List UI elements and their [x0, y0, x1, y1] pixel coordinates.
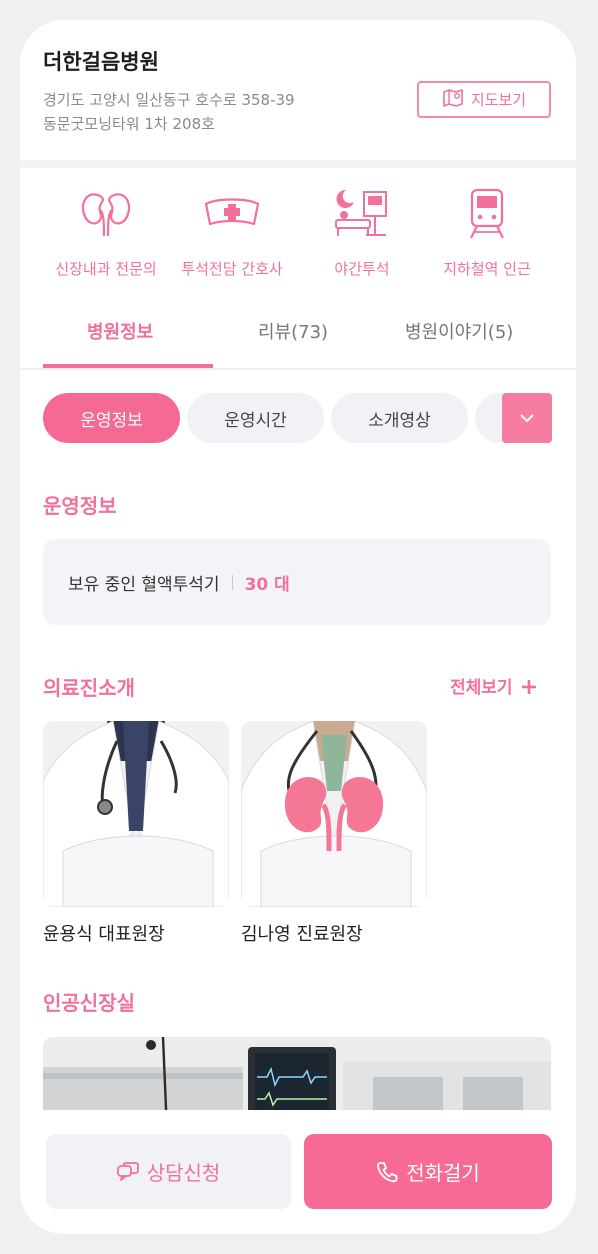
night-dialysis-icon: [335, 189, 387, 236]
tab-active-indicator: [43, 364, 213, 368]
feature-label: 투석전담 간호사: [181, 260, 283, 278]
chevron-down-icon: [520, 413, 534, 422]
call-button[interactable]: 전화걸기: [304, 1134, 552, 1209]
operation-info-title: 운영정보: [43, 494, 117, 518]
doctor-photo-1[interactable]: [43, 721, 229, 907]
map-icon: [442, 88, 464, 112]
feature-label: 지하철역 인근: [443, 260, 531, 278]
doctor-name-1: 윤용식 대표원장: [43, 924, 165, 945]
tab-hospital-stories[interactable]: 병원이야기(5): [405, 318, 513, 344]
address-line-2: 동문굿모닝타워 1차 208호: [43, 115, 215, 133]
bottom-action-bar: 상담신청 전화걸기: [20, 1110, 576, 1234]
feature-dialysis-nurse: 투석전담 간호사: [170, 188, 294, 279]
doctor-photo-2[interactable]: [241, 721, 427, 907]
feature-near-subway: 지하철역 인근: [425, 188, 549, 279]
tab-hospital-info[interactable]: 병원정보: [87, 318, 153, 344]
subway-icon: [470, 188, 504, 239]
address-line-1: 경기도 고양시 일산동구 호수로 358-39: [43, 91, 295, 109]
feature-night-dialysis: 야간투석: [300, 188, 424, 279]
medical-staff-title: 의료진소개: [43, 676, 135, 700]
dialysis-machines-count: 30 대: [244, 574, 290, 595]
tab-bar: 병원정보 리뷰(73) 병원이야기(5): [20, 302, 576, 370]
call-button-label: 전화걸기: [406, 1161, 480, 1185]
feature-list: 신장내과 전문의 투석전담 간호사 야간투석 지하철역 인근: [20, 168, 576, 286]
info-separator: [231, 574, 233, 590]
chip-operation-hours[interactable]: 운영시간: [187, 393, 324, 443]
feature-label: 야간투석: [334, 260, 390, 278]
section-divider: [20, 160, 576, 168]
phone-frame: 더한걸음병원 경기도 고양시 일산동구 호수로 358-39 동문굿모닝타워 1…: [20, 20, 576, 1234]
chip-operation-info[interactable]: 운영정보: [43, 393, 180, 443]
hospital-header: 더한걸음병원 경기도 고양시 일산동구 호수로 358-39 동문굿모닝타워 1…: [20, 20, 576, 160]
consult-button[interactable]: 상담신청: [46, 1134, 291, 1209]
dialysis-machines-label: 보유 중인 혈액투석기: [68, 574, 220, 595]
feature-label: 신장내과 전문의: [55, 260, 157, 278]
view-all-label: 전체보기: [450, 678, 513, 698]
chip-expand-button[interactable]: [502, 393, 552, 443]
operation-info-box: 보유 중인 혈액투석기 30 대: [43, 539, 551, 625]
hospital-name: 더한걸음병원: [43, 50, 159, 74]
phone-icon: [377, 1161, 398, 1182]
chip-intro-video[interactable]: 소개영상: [331, 393, 468, 443]
view-all-link[interactable]: 전체보기: [450, 673, 537, 698]
plus-icon: [522, 680, 537, 694]
map-button-label: 지도보기: [470, 91, 527, 109]
consult-button-label: 상담신청: [146, 1161, 221, 1185]
nurse-cap-icon: [204, 198, 260, 226]
chat-bubble-icon: [116, 1161, 139, 1181]
hospital-address: 경기도 고양시 일산동구 호수로 358-39 동문굿모닝타워 1차 208호: [43, 88, 295, 136]
doctor-name-2: 김나영 진료원장: [241, 924, 363, 945]
tab-reviews[interactable]: 리뷰(73): [258, 318, 328, 344]
kidney-icon: [81, 193, 131, 237]
feature-nephrology: 신장내과 전문의: [44, 188, 168, 279]
dialysis-room-title: 인공신장실: [43, 991, 135, 1015]
map-button[interactable]: 지도보기: [417, 81, 551, 118]
